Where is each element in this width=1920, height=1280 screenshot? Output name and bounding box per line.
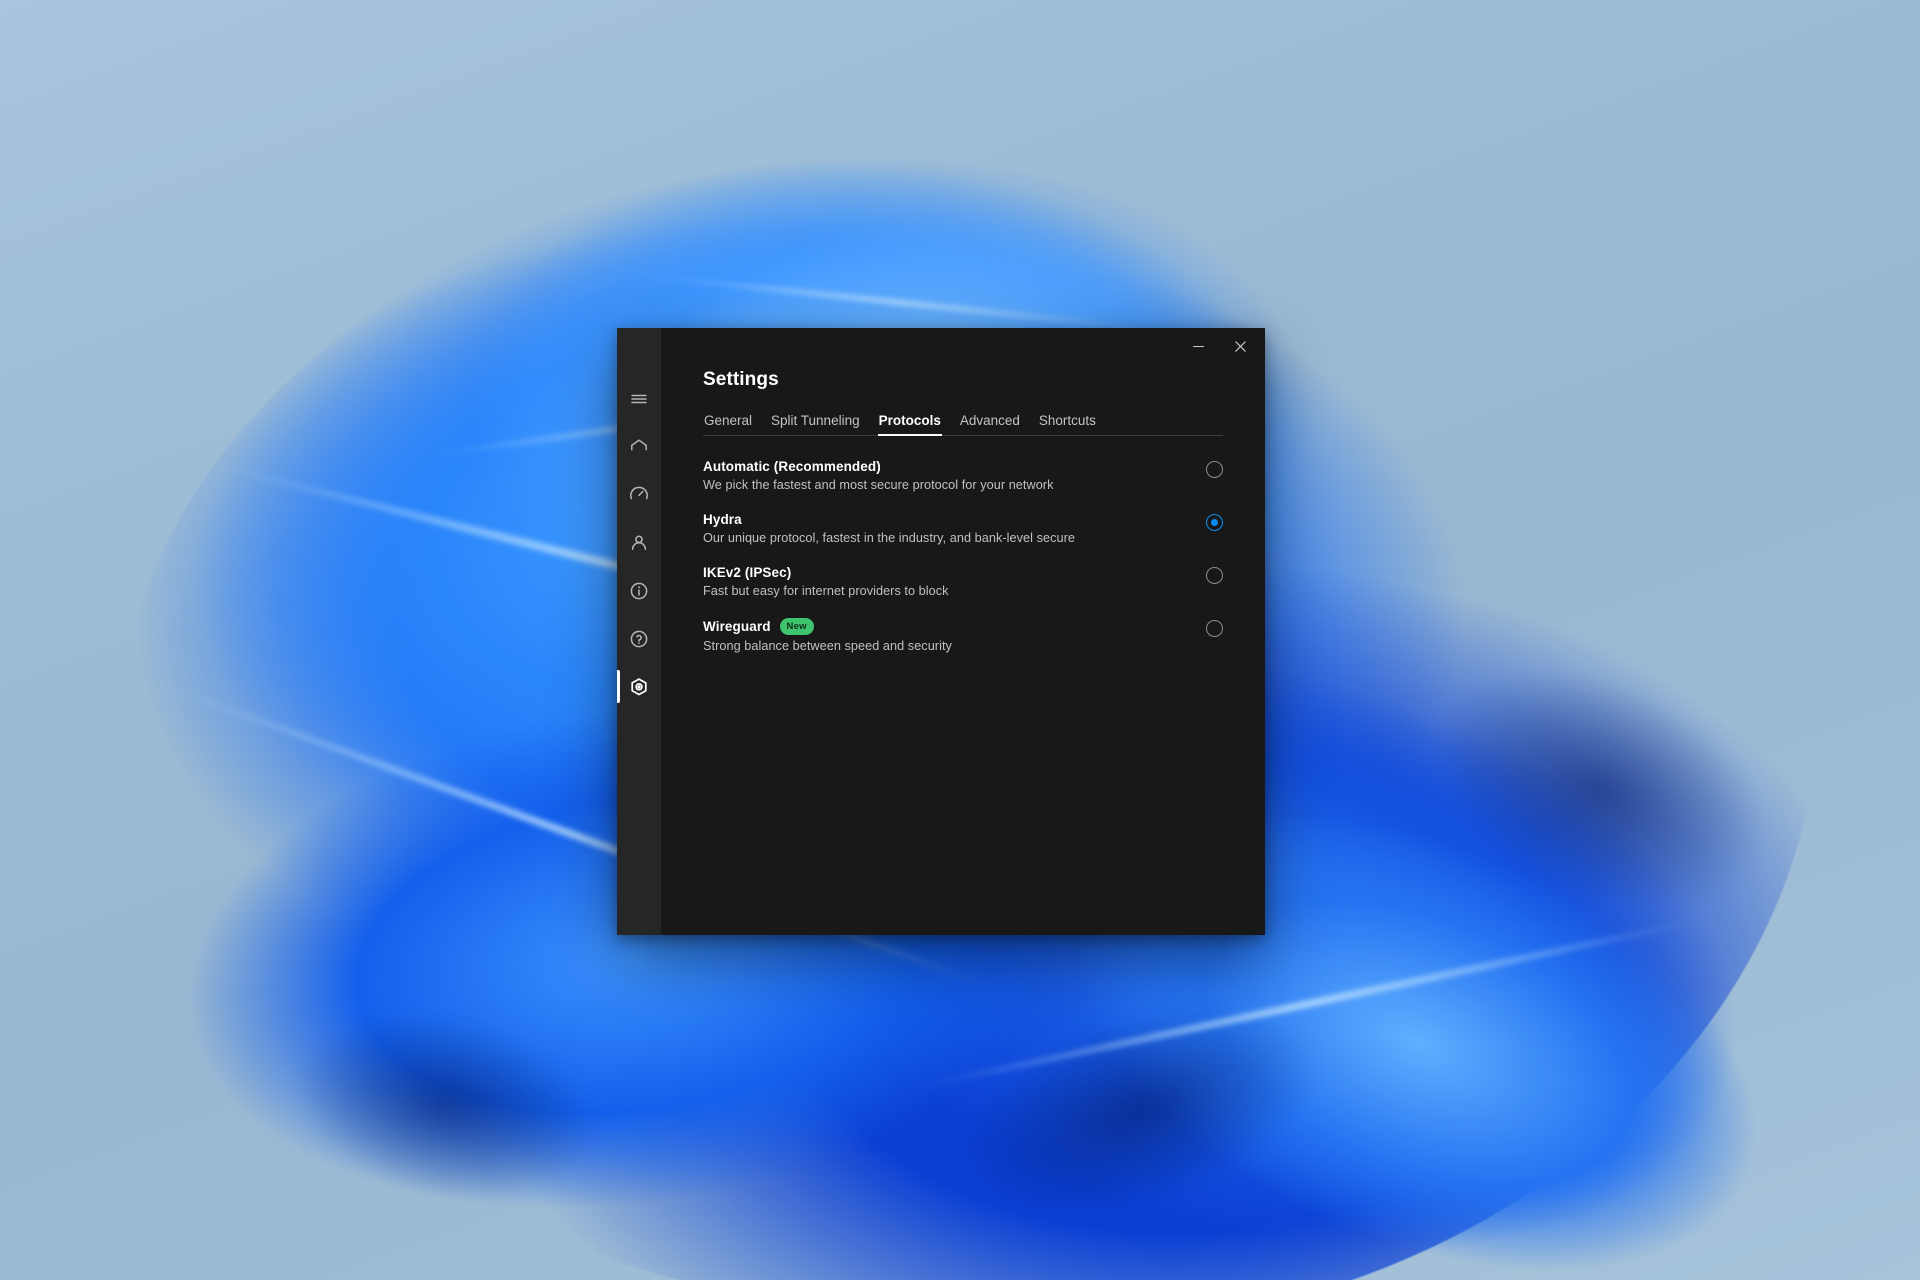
option-description: Strong balance between speed and securit… — [703, 638, 952, 653]
desktop-wallpaper: Settings General Split Tunneling Protoco… — [0, 0, 1920, 1280]
protocol-options-list: Automatic (Recommended) We pick the fast… — [703, 459, 1223, 673]
option-title: Hydra — [703, 512, 742, 527]
radio-hydra[interactable] — [1206, 514, 1223, 531]
close-icon — [1234, 340, 1247, 353]
option-description: Fast but easy for internet providers to … — [703, 584, 949, 598]
option-title: Automatic (Recommended) — [703, 459, 881, 474]
tab-general[interactable]: General — [703, 413, 753, 435]
help-circle-icon — [628, 628, 650, 650]
tab-shortcuts[interactable]: Shortcuts — [1038, 413, 1097, 435]
app-sidebar — [617, 328, 661, 935]
tab-split-tunneling[interactable]: Split Tunneling — [770, 413, 861, 435]
option-title-line: Wireguard New — [703, 618, 952, 635]
sidebar-item-speed[interactable] — [617, 474, 661, 515]
option-description: We pick the fastest and most secure prot… — [703, 478, 1054, 492]
option-title: Wireguard — [703, 618, 771, 634]
hamburger-menu-icon — [628, 388, 650, 410]
sidebar-item-account[interactable] — [617, 522, 661, 563]
tab-advanced[interactable]: Advanced — [959, 413, 1021, 435]
radio-wireguard[interactable] — [1206, 620, 1223, 637]
minimize-icon — [1192, 340, 1205, 353]
option-title-line: Hydra — [703, 512, 1075, 527]
speedometer-icon — [628, 484, 650, 506]
info-circle-icon — [628, 580, 650, 602]
tab-protocols[interactable]: Protocols — [877, 413, 943, 436]
sidebar-item-settings[interactable] — [617, 666, 661, 707]
sidebar-item-info[interactable] — [617, 570, 661, 611]
option-title-line: IKEv2 (IPSec) — [703, 565, 949, 580]
protocol-option-automatic[interactable]: Automatic (Recommended) We pick the fast… — [703, 459, 1223, 512]
option-text: Wireguard New Strong balance between spe… — [703, 618, 952, 653]
settings-window: Settings General Split Tunneling Protoco… — [617, 328, 1265, 935]
new-badge: New — [779, 618, 814, 635]
sidebar-item-home[interactable] — [617, 426, 661, 467]
sidebar-item-menu[interactable] — [617, 378, 661, 419]
option-text: Hydra Our unique protocol, fastest in th… — [703, 512, 1075, 545]
page-title: Settings — [703, 369, 779, 390]
option-description: Our unique protocol, fastest in the indu… — [703, 531, 1075, 545]
close-button[interactable] — [1219, 332, 1261, 360]
sidebar-item-help[interactable] — [617, 618, 661, 659]
option-text: Automatic (Recommended) We pick the fast… — [703, 459, 1053, 492]
radio-ikev2[interactable] — [1206, 567, 1223, 584]
window-titlebar[interactable] — [661, 328, 1265, 364]
option-title: IKEv2 (IPSec) — [703, 565, 792, 580]
minimize-button[interactable] — [1177, 332, 1219, 360]
person-icon — [628, 532, 650, 554]
protocol-option-ikev2[interactable]: IKEv2 (IPSec) Fast but easy for internet… — [703, 565, 1223, 618]
home-icon — [628, 436, 650, 458]
settings-hex-icon — [628, 676, 650, 698]
settings-tab-bar: General Split Tunneling Protocols Advanc… — [703, 413, 1223, 436]
settings-main-pane: Settings General Split Tunneling Protoco… — [661, 328, 1265, 935]
protocol-option-wireguard[interactable]: Wireguard New Strong balance between spe… — [703, 618, 1223, 673]
radio-automatic[interactable] — [1206, 461, 1223, 478]
option-text: IKEv2 (IPSec) Fast but easy for internet… — [703, 565, 949, 598]
protocol-option-hydra[interactable]: Hydra Our unique protocol, fastest in th… — [703, 512, 1223, 565]
option-title-line: Automatic (Recommended) — [703, 459, 1053, 474]
